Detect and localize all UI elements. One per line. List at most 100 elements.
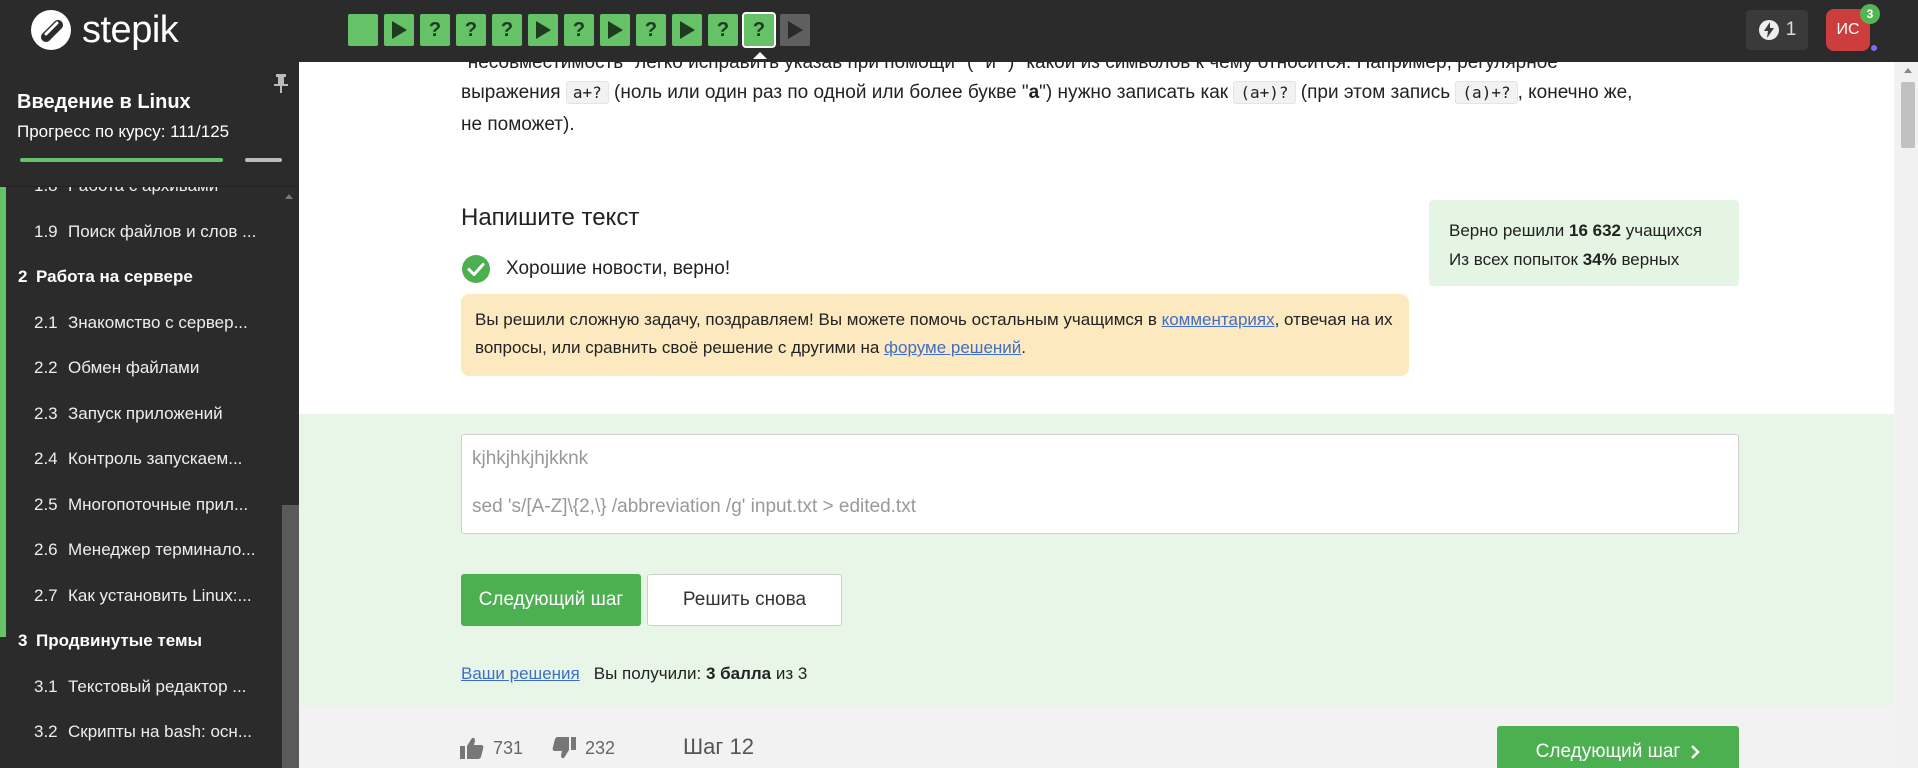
toc-item-2.6[interactable]: 2.6 Менеджер терминало... xyxy=(34,540,255,560)
toc-section-3[interactable]: 3 Продвинутые темы xyxy=(18,631,202,651)
step-1[interactable] xyxy=(348,14,378,46)
answer-textarea[interactable]: kjhkjhkjhjkknk sed 's/[A-Z]\{2,\} /abbre… xyxy=(461,434,1739,534)
scroll-up-icon[interactable] xyxy=(1904,68,1912,73)
text-span: учащихся xyxy=(1621,221,1703,240)
play-icon xyxy=(680,21,695,39)
step-8[interactable] xyxy=(600,14,630,46)
table-of-contents: 1.8Работа с архивами 1.9 Поиск файлов и сл… xyxy=(0,187,282,768)
toc-label: Как установить Linux:... xyxy=(68,585,252,605)
text-span: . xyxy=(1021,338,1027,357)
dislike-button[interactable]: 232 xyxy=(551,736,615,760)
energy-indicator[interactable]: 1 xyxy=(1746,10,1808,50)
toc-scroll-thumb[interactable] xyxy=(282,505,299,768)
stepik-logo[interactable]: stepik xyxy=(28,8,179,52)
toc-item-1.9[interactable]: 1.9 Поиск файлов и слов ... xyxy=(34,222,256,242)
play-icon xyxy=(608,21,623,39)
question-icon: ? xyxy=(572,18,586,41)
step-number-label: Шаг 12 xyxy=(683,734,755,759)
step-title: Напишите текст xyxy=(461,204,640,231)
step-navigation: ??????? xyxy=(348,12,810,59)
score-value: 3 балла xyxy=(705,664,772,683)
toc-item-2.4[interactable]: 2.4 Контроль запускаем... xyxy=(34,449,242,469)
text-bold: a xyxy=(1028,82,1040,103)
lesson-content: "несовместимость" легко исправить указав… xyxy=(299,62,1894,414)
step-5[interactable]: ? xyxy=(492,14,522,46)
toc-number: 2.4 xyxy=(34,449,58,468)
code-snippet: a+? xyxy=(565,81,609,104)
page-scrollbar[interactable] xyxy=(1898,62,1918,768)
stats-rate: Из всех попыток 34% верных xyxy=(1449,245,1719,274)
toc-item-1.8[interactable]: 1.8Работа с архивами xyxy=(34,187,218,196)
thumbs-down-icon xyxy=(552,737,576,759)
your-solutions-link[interactable]: Ваши решения xyxy=(461,664,580,683)
pin-icon[interactable] xyxy=(272,72,290,94)
text-span: ") нужно записать как xyxy=(1039,82,1234,103)
correct-message: Хорошие новости, верно! xyxy=(506,258,731,279)
toc-section-2[interactable]: 2 Работа на сервере xyxy=(18,267,193,287)
toc-scroll-up-icon[interactable] xyxy=(285,194,293,199)
play-icon xyxy=(392,21,407,39)
top-bar: stepik ??????? 1 ИС 3 xyxy=(0,0,1918,62)
toc-label: Знакомство с сервер... xyxy=(68,312,248,332)
toc-item-3.1[interactable]: 3.1 Текстовый редактор ... xyxy=(34,677,246,697)
toc-number: 2.5 xyxy=(34,494,58,514)
text-span: , конечно же, xyxy=(1517,82,1633,103)
solve-again-button[interactable]: Решить снова xyxy=(647,574,842,626)
stats-solved: Верно решили 16 632 учащихся xyxy=(1449,216,1719,245)
answer-line: sed 's/[A-Z]\{2,\} /abbreviation /g' inp… xyxy=(472,496,916,517)
next-step-button-bottom[interactable]: Следующий шаг xyxy=(1497,726,1739,768)
comments-link[interactable]: комментариях xyxy=(1162,310,1275,329)
course-title[interactable]: Введение в Linux xyxy=(17,91,191,114)
play-icon xyxy=(788,21,803,39)
step-6[interactable] xyxy=(528,14,558,46)
toc-number: 3 xyxy=(18,631,28,650)
step-7[interactable]: ? xyxy=(564,14,594,46)
toc-item-3.2[interactable]: 3.2 Скрипты на bash: осн... xyxy=(34,722,252,742)
text-span: выражения xyxy=(461,82,566,103)
step-10[interactable] xyxy=(672,14,702,46)
status-dot xyxy=(1869,43,1879,53)
text-bold: 16 632 xyxy=(1569,221,1621,240)
step-3[interactable]: ? xyxy=(420,14,450,46)
text-span: верных xyxy=(1616,250,1680,269)
page-scroll-thumb[interactable] xyxy=(1901,82,1915,148)
toc-label: Работа на сервере xyxy=(36,267,193,286)
notification-badge[interactable]: 3 xyxy=(1860,4,1880,24)
text-bold: 34% xyxy=(1582,250,1617,269)
dislike-count: 232 xyxy=(585,737,616,758)
toc-item-2.5[interactable]: 2.5 Многопоточные прил... xyxy=(34,495,248,515)
step-11[interactable]: ? xyxy=(708,14,738,46)
question-icon: ? xyxy=(464,18,478,41)
answer-zone: kjhkjhkjhjkknk sed 's/[A-Z]\{2,\} /abbre… xyxy=(299,414,1894,706)
toc-label: Менеджер терминало... xyxy=(68,540,256,559)
text-span: Вы решили сложную задачу, поздравляем! В… xyxy=(475,310,1162,329)
result-line: Ваши решения Вы получили: 3 балла из 3 xyxy=(461,664,807,684)
step-2[interactable] xyxy=(384,14,414,46)
text-span: Из всех попыток xyxy=(1449,250,1583,269)
solutions-forum-link[interactable]: форуме решений xyxy=(884,338,1021,357)
toc-number: 2.1 xyxy=(34,312,58,332)
toc-label: Продвинутые темы xyxy=(36,631,203,650)
toc-item-2.7[interactable]: 2.7 Как установить Linux:... xyxy=(34,586,252,606)
step-4[interactable]: ? xyxy=(456,14,486,46)
toc-number: 1.8 xyxy=(34,187,68,196)
toc-label: Работа с архивами xyxy=(68,187,218,195)
toc-number: 2.3 xyxy=(34,403,58,423)
step-9[interactable]: ? xyxy=(636,14,666,46)
progress-remaining xyxy=(245,158,282,162)
toc-item-2.3[interactable]: 2.3 Запуск приложений xyxy=(34,404,223,424)
text-span: из 3 xyxy=(771,664,808,683)
check-circle-icon xyxy=(462,255,490,283)
thumbs-up-icon xyxy=(460,737,484,759)
step-13[interactable] xyxy=(780,14,810,46)
like-button[interactable]: 731 xyxy=(459,736,523,760)
toc-item-2.2[interactable]: 2.2 Обмен файлами xyxy=(34,358,199,378)
step-12-current[interactable]: ? xyxy=(742,12,776,59)
next-step-button[interactable]: Следующий шаг xyxy=(461,574,641,626)
toc-number: 2.6 xyxy=(34,540,58,559)
completed-indicator xyxy=(0,187,6,637)
toc-number: 2.2 xyxy=(34,358,58,377)
lightning-icon xyxy=(1758,20,1779,40)
lesson-paragraph-end: не поможет). xyxy=(461,114,575,135)
toc-item-2.1[interactable]: 2.1 Знакомство с сервер... xyxy=(34,313,248,333)
